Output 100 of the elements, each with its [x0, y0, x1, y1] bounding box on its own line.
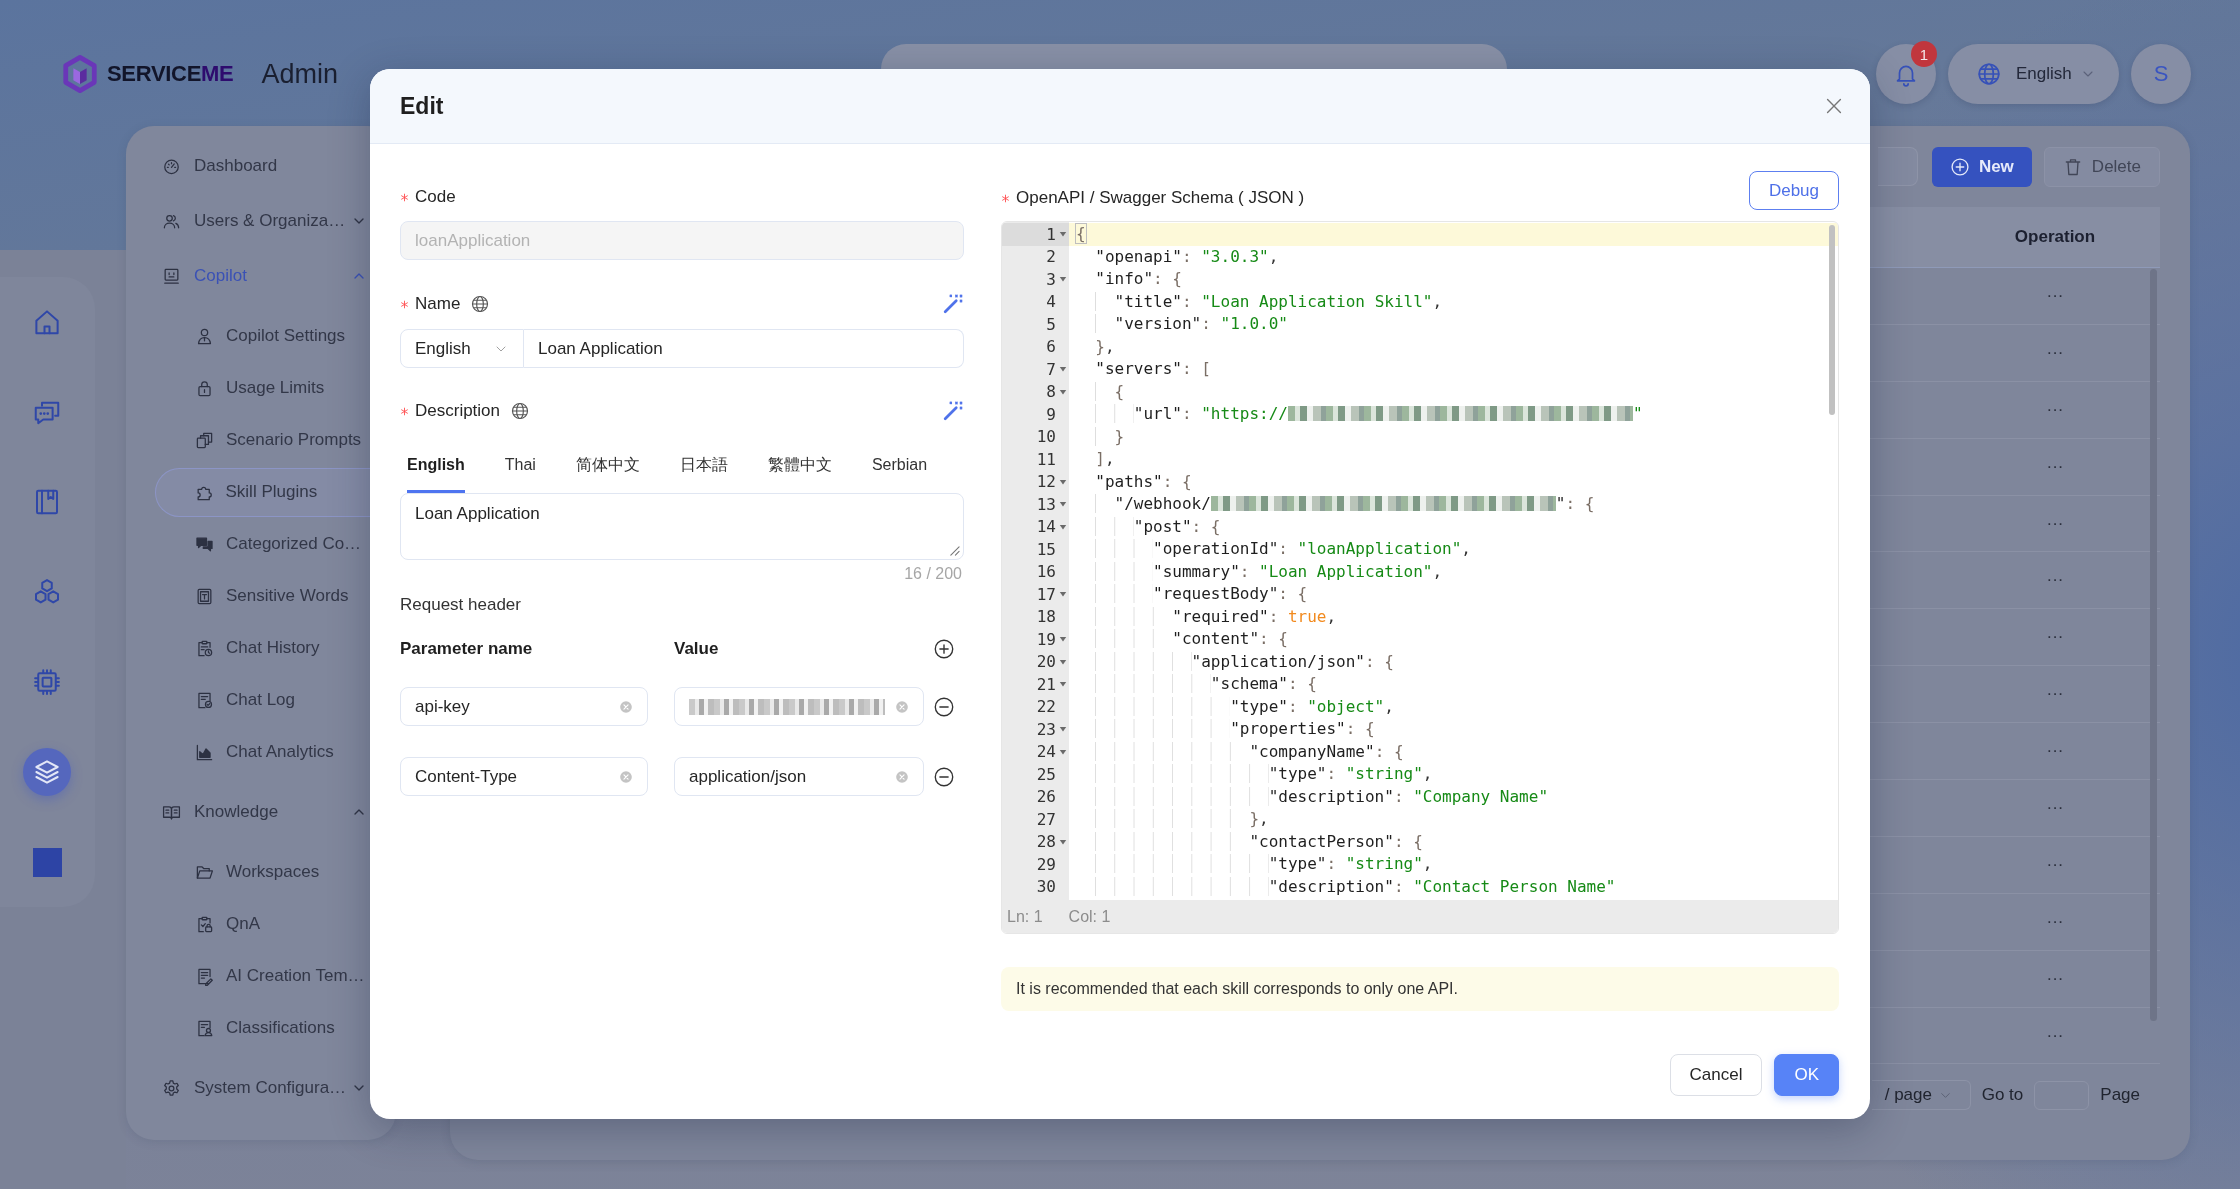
user-avatar[interactable]: S	[2131, 44, 2191, 104]
copies-icon	[195, 430, 214, 450]
fold-caret-icon[interactable]	[1058, 275, 1067, 284]
menu-item[interactable]: Copilot Settings	[155, 311, 372, 361]
language-tab[interactable]: English	[407, 443, 465, 493]
more-actions[interactable]: ···	[2046, 968, 2064, 989]
more-actions[interactable]: ···	[2046, 456, 2064, 477]
fold-caret-icon[interactable]	[1058, 837, 1067, 846]
line-number: 10	[1036, 427, 1056, 447]
code-line: "/webhook/ ": {	[1069, 493, 1838, 516]
fold-caret-icon[interactable]	[1058, 747, 1067, 756]
menu-item[interactable]: Chat Analytics	[155, 727, 372, 777]
menu-item[interactable]: Scenario Prompts	[155, 415, 372, 465]
more-actions[interactable]: ···	[2046, 1025, 2064, 1046]
search-field[interactable]	[881, 44, 1507, 69]
language-tab[interactable]: 繁體中文	[767, 443, 832, 493]
menu-item[interactable]: Usage Limits	[155, 363, 372, 413]
code-line: "type": "object",	[1069, 695, 1838, 718]
language-tab[interactable]: 简体中文	[575, 443, 640, 493]
new-button[interactable]: New	[1931, 147, 2032, 187]
menu-item[interactable]: Users & Organiza…	[155, 193, 372, 249]
menu-item[interactable]: Chat History	[155, 623, 372, 673]
menu-item[interactable]: Classifications	[155, 1003, 372, 1053]
menu-item[interactable]: Workspaces	[155, 847, 372, 897]
ok-button[interactable]: OK	[1774, 1054, 1839, 1096]
more-actions[interactable]: ···	[2046, 684, 2064, 705]
parameter-name-field[interactable]: Content-Type	[400, 757, 648, 796]
parameter-value-field[interactable]	[674, 687, 924, 726]
language-tab[interactable]: Thai	[504, 443, 536, 493]
name-field[interactable]: Loan Application	[524, 329, 964, 368]
line-number: 21	[1036, 674, 1056, 694]
settings-icon	[162, 1078, 181, 1098]
scrollbar[interactable]	[2150, 269, 2157, 1021]
debug-button[interactable]: Debug	[1749, 171, 1839, 210]
line-number: 29	[1036, 854, 1056, 874]
more-actions[interactable]: ···	[2046, 513, 2064, 534]
more-actions[interactable]: ···	[2046, 627, 2064, 648]
more-actions[interactable]: ···	[2046, 342, 2064, 363]
more-actions[interactable]: ···	[2046, 854, 2064, 875]
language-tab[interactable]: Serbian	[871, 443, 928, 493]
field-label: Code	[415, 186, 456, 208]
magic-wand-icon[interactable]	[942, 293, 964, 315]
more-actions[interactable]: ···	[2046, 399, 2064, 420]
square-icon	[32, 847, 62, 877]
menu-item[interactable]: Copilot	[155, 248, 372, 304]
fold-caret-icon[interactable]	[1058, 365, 1067, 374]
language-select[interactable]: English	[400, 329, 524, 368]
magic-wand-icon[interactable]	[942, 400, 964, 422]
fold-caret-icon[interactable]	[1058, 477, 1067, 486]
code-line: "info": {	[1094, 268, 1183, 290]
line-number: 7	[1046, 359, 1056, 379]
remove-icon[interactable]	[933, 695, 955, 718]
line-number: 23	[1036, 719, 1056, 739]
menu-item[interactable]: Knowledge	[155, 784, 372, 840]
menu-item[interactable]: AI Creation Tem…	[155, 951, 372, 1001]
code-line: "type": "string",	[1069, 763, 1838, 786]
filter-field[interactable]	[1877, 147, 1918, 186]
remove-icon[interactable]	[933, 765, 955, 788]
page-size-select[interactable]: / page	[1871, 1080, 1971, 1111]
language-select[interactable]: English	[1948, 44, 2119, 104]
menu-item[interactable]: Sensitive Words	[155, 571, 372, 621]
fold-caret-icon[interactable]	[1058, 590, 1067, 599]
menu-item[interactable]: Categorized Co…	[155, 519, 372, 569]
notification-button[interactable]: 1	[1876, 44, 1936, 104]
more-actions[interactable]: ···	[2046, 741, 2064, 762]
cursor-column: Col: 1	[1068, 907, 1111, 926]
menu-item[interactable]: Chat Log	[155, 675, 372, 725]
menu-item[interactable]: Dashboard	[155, 138, 372, 194]
parameter-value-field[interactable]: application/json	[674, 757, 924, 796]
line-number: 16	[1036, 562, 1056, 582]
goto-label: Go to	[1981, 1085, 2024, 1106]
fold-caret-icon[interactable]	[1058, 500, 1067, 509]
more-actions[interactable]: ···	[2046, 570, 2064, 591]
line-number: 17	[1036, 584, 1056, 604]
fold-caret-icon[interactable]	[1058, 680, 1067, 689]
more-actions[interactable]: ···	[2046, 797, 2064, 818]
language-tab[interactable]: 日本語	[679, 443, 728, 493]
menu-item[interactable]: System Configura…	[155, 1060, 372, 1116]
parameter-name-field[interactable]: api-key	[400, 687, 648, 726]
menu-item[interactable]: Skill Plugins	[155, 467, 372, 517]
code-editor[interactable]	[1001, 221, 1839, 934]
fold-caret-icon[interactable]	[1058, 725, 1067, 734]
fold-caret-icon[interactable]	[1058, 657, 1067, 666]
more-actions[interactable]: ···	[2046, 285, 2064, 306]
description-field[interactable]: Loan Application	[400, 493, 964, 560]
fold-caret-icon[interactable]	[1058, 230, 1067, 239]
section-title: Request header	[400, 594, 521, 616]
line-number: 28	[1036, 832, 1056, 852]
scrollbar[interactable]	[1829, 225, 1835, 415]
fold-caret-icon[interactable]	[1058, 635, 1067, 644]
fold-caret-icon[interactable]	[1058, 522, 1067, 531]
cancel-button[interactable]: Cancel	[1669, 1054, 1763, 1096]
rail-button[interactable]	[23, 748, 71, 796]
fold-caret-icon[interactable]	[1058, 387, 1067, 396]
add-icon[interactable]	[933, 638, 955, 660]
code-line: "companyName": {	[1069, 740, 1838, 763]
menu-item[interactable]: QnA	[155, 899, 372, 949]
more-actions[interactable]: ···	[2046, 911, 2064, 932]
globe-icon[interactable]	[510, 401, 531, 421]
globe-icon[interactable]	[470, 294, 491, 314]
